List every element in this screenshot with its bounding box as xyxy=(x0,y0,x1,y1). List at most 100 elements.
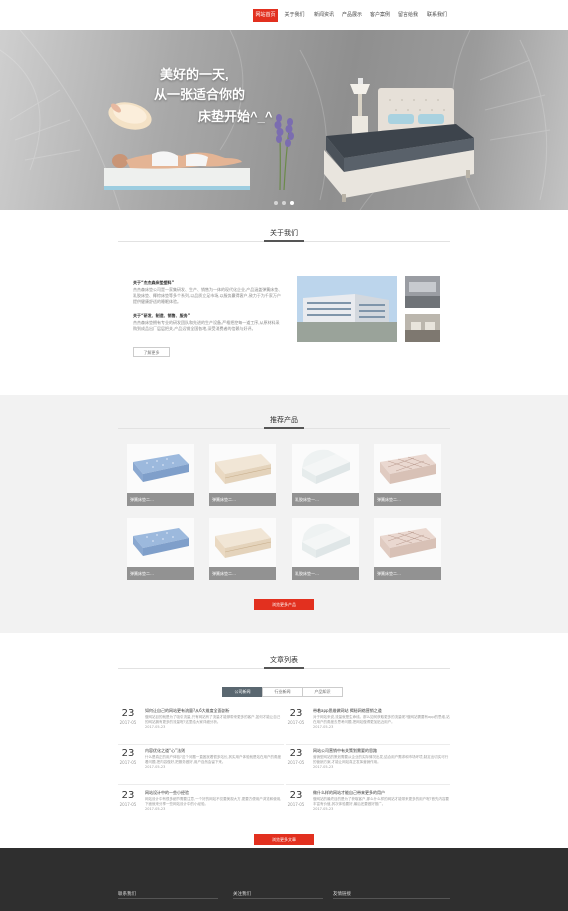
about-section-title: 关于我们 xyxy=(270,229,298,237)
nav-item-news[interactable]: 新闻资讯 xyxy=(310,9,338,22)
product-card[interactable]: 弹簧床垫二… xyxy=(209,444,276,506)
product-card[interactable]: 弹簧床垫二… xyxy=(127,444,194,506)
article-title[interactable]: 网站公司营销中有关策划需要的思路 xyxy=(313,748,452,754)
article-title[interactable]: 网站设计中的一些小经验 xyxy=(145,790,284,796)
carousel-dot-1[interactable] xyxy=(274,201,278,205)
products-section-title: 推荐产品 xyxy=(270,416,298,424)
article-item[interactable]: 23 2017-05 网站设计中的一些小经验 网站设计中有很多细节需要注意,一个好… xyxy=(118,790,284,830)
article-tabs: 公司新闻 行业新闻 产品知识 xyxy=(222,687,343,697)
article-title[interactable]: 做什么样的网站才能自己带来更多的用户 xyxy=(313,790,452,796)
article-summary: 什么是真正的用户体验?这个问题一直困扰着很多站长,其实用户体验就是站在用户的角度… xyxy=(145,755,281,769)
nav-item-about[interactable]: 关于我们 xyxy=(281,9,308,22)
hero-banner[interactable]: 美好的一天, 从一张适合你的 床垫开始^_^ xyxy=(0,30,568,210)
product-card[interactable]: 弹簧床垫二… xyxy=(209,518,276,580)
nav-item-home[interactable]: 网站首页 xyxy=(253,9,278,22)
article-date-block: 23 2017-05 xyxy=(119,748,137,765)
footer-heading-follow: 关注我们 xyxy=(233,892,251,897)
product-card[interactable]: 乳胶床垫一… xyxy=(292,444,359,506)
article-summary: 对于网站来说,流量就是生命线。那么如何获取更多的流量呢?做网站需要有app的思维… xyxy=(313,715,450,729)
nav-item-message[interactable]: 留言给我 xyxy=(394,9,422,22)
product-card[interactable]: 乳胶床垫一… xyxy=(292,518,359,580)
about-heading-1: 关于“杰杰森床垫塑料” xyxy=(133,280,175,285)
product-caption: 弹簧床垫二… xyxy=(127,567,194,580)
slogan-line-2: 从一张适合你的 xyxy=(154,87,246,102)
about-more-button[interactable]: 了解更多 xyxy=(133,347,170,357)
footer-heading-contact: 联系我们 xyxy=(118,892,136,897)
product-caption: 弹簧床垫二… xyxy=(127,493,194,506)
tab-company-news[interactable]: 公司新闻 xyxy=(222,687,263,697)
carousel-dot-3[interactable] xyxy=(290,201,294,205)
articles-title-divider xyxy=(118,667,450,669)
bed-illustration xyxy=(324,78,474,202)
slogan-line-3: 床垫开始^_^ xyxy=(198,109,273,124)
more-products-button[interactable]: 浏览更多产品 xyxy=(254,599,314,610)
article-divider xyxy=(286,744,450,745)
article-date-block: 23 2017-05 xyxy=(287,790,305,807)
nav-item-contact[interactable]: 联系我们 xyxy=(423,9,451,22)
spring-mattress-beige-image xyxy=(209,518,276,567)
article-title[interactable]: 带着app思维做网站 揭秘网络营销之道 xyxy=(313,708,452,714)
article-title[interactable]: 内容优化之道“心”法则 xyxy=(145,748,284,754)
pillow-illustration xyxy=(108,102,152,130)
article-item[interactable]: 23 2017-05 如何让自己的网站更有流量?从6大维度全面剖析 做网站目的就是… xyxy=(118,708,284,748)
article-summary: 营销型网站的策划需要从企业的实际情况出发,结合用户需求和市场环境,制定出切实可行… xyxy=(313,755,449,769)
carousel-dots xyxy=(274,201,294,205)
spring-mattress-quilted-image xyxy=(374,444,441,493)
latex-mattress-image xyxy=(292,518,359,567)
products-title-divider xyxy=(118,427,450,429)
carousel-dot-2[interactable] xyxy=(282,201,286,205)
top-navbar: 网站首页 关于我们 新闻资讯 产品展示 客户案例 留言给我 联系我们 xyxy=(0,0,568,30)
spring-mattress-blue-image xyxy=(127,444,194,493)
article-item[interactable]: 23 2017-05 带着app思维做网站 揭秘网络营销之道 对于网站来说,流量就… xyxy=(286,708,452,748)
product-card[interactable]: 弹簧床垫二… xyxy=(127,518,194,580)
product-card[interactable]: 弹簧床垫二… xyxy=(374,518,441,580)
product-caption: 乳胶床垫一… xyxy=(292,493,359,506)
articles-section-title: 文章列表 xyxy=(270,656,298,664)
footer-heading-underline xyxy=(333,898,450,899)
article-summary: 做网站的最终目的是为了获取客户,那么什么样的网站才能带来更多的用户呢?首先内容要… xyxy=(313,797,449,811)
article-title[interactable]: 如何让自己的网站更有流量?从6大维度全面剖析 xyxy=(145,708,284,714)
footer-heading-underline xyxy=(233,898,323,899)
product-caption: 弹簧床垫二… xyxy=(374,567,441,580)
footer-heading-underline xyxy=(118,898,218,899)
slogan-line-1: 美好的一天, xyxy=(160,67,229,82)
spring-mattress-beige-image xyxy=(209,444,276,493)
footer-heading-links: 友情链接 xyxy=(333,892,351,897)
spring-mattress-quilted-image xyxy=(374,518,441,567)
spring-mattress-blue-image xyxy=(127,518,194,567)
workshop-photo xyxy=(405,276,440,308)
article-summary: 做网站目的就是为了吸引流量,只有网站有了流量才能够带来更多的客户,如何才能让自己… xyxy=(145,715,281,729)
article-item[interactable]: 23 2017-05 内容优化之道“心”法则 什么是真正的用户体验?这个问题一直困… xyxy=(118,748,284,788)
tab-product-knowledge[interactable]: 产品知识 xyxy=(302,687,343,697)
lavender-illustration xyxy=(274,114,294,190)
latex-mattress-image xyxy=(292,444,359,493)
article-divider xyxy=(118,744,284,745)
article-date-block: 23 2017-05 xyxy=(119,708,137,725)
tab-industry-news[interactable]: 行业新闻 xyxy=(262,687,303,697)
article-item[interactable]: 23 2017-05 网站公司营销中有关策划需要的思路 营销型网站的策划需要从企业… xyxy=(286,748,452,788)
about-title-divider xyxy=(118,240,450,242)
product-caption: 弹簧床垫二… xyxy=(374,493,441,506)
article-divider xyxy=(118,784,284,785)
product-card[interactable]: 弹簧床垫二… xyxy=(374,444,441,506)
footer: 联系我们 关注我们 友情链接 xyxy=(0,848,568,911)
product-caption: 乳胶床垫一… xyxy=(292,567,359,580)
products-section xyxy=(0,395,568,633)
about-paragraph-1: 杰杰森床垫公司是一家集研发、生产、销售为一体的现代化企业,产品涵盖弹簧床垫、乳胶… xyxy=(133,287,283,304)
article-date-block: 23 2017-05 xyxy=(287,748,305,765)
article-summary: 网站设计中有很多细节需要注意,一个好的网站不仅要美观大方,更要方便用户浏览和使用… xyxy=(145,797,282,811)
article-item[interactable]: 23 2017-05 做什么样的网站才能自己带来更多的用户 做网站的最终目的是为了… xyxy=(286,790,452,830)
product-caption: 弹簧床垫二… xyxy=(209,493,276,506)
article-date-block: 23 2017-05 xyxy=(119,790,137,807)
about-paragraph-2: 杰杰森床垫拥有专业的研发团队和先进的生产设备,严格把控每一道工序,从原材料采购到… xyxy=(133,320,280,331)
showroom-photo xyxy=(405,314,440,342)
article-date-block: 23 2017-05 xyxy=(287,708,305,725)
more-articles-button[interactable]: 浏览更多文章 xyxy=(254,834,314,845)
about-heading-2: 关于“研发、制造、销售、服务” xyxy=(133,313,191,318)
product-caption: 弹簧床垫二… xyxy=(209,567,276,580)
article-divider xyxy=(286,784,450,785)
nav-item-products[interactable]: 产品展示 xyxy=(338,9,366,22)
sleeping-person-illustration xyxy=(104,151,250,190)
factory-photo xyxy=(297,276,397,342)
nav-item-cases[interactable]: 客户案例 xyxy=(366,9,394,22)
